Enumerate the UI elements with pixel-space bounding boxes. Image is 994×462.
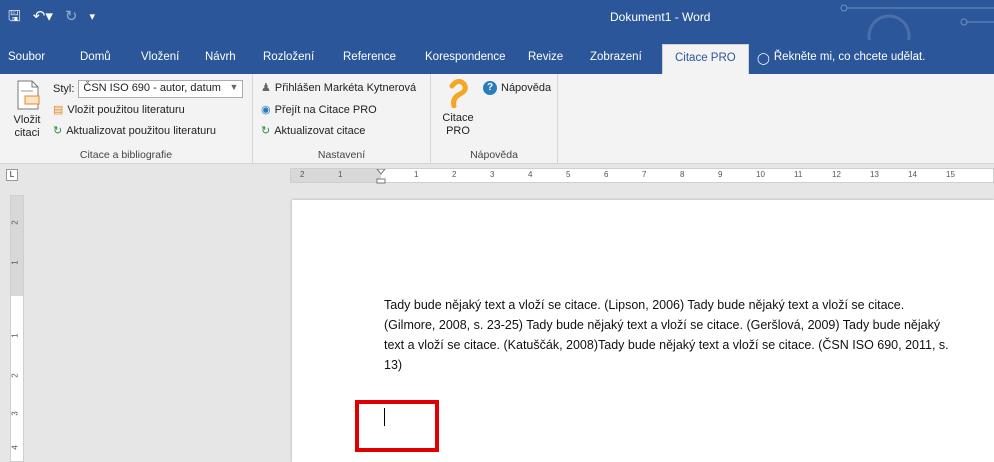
update-literature-button[interactable]: ↻ Aktualizovat použitou literaturu	[53, 124, 217, 138]
insert-citation-icon	[17, 80, 40, 110]
ruler-number: 2	[300, 170, 305, 179]
ruler-margin	[291, 169, 381, 182]
tab-soubor[interactable]: Soubor	[8, 51, 45, 63]
tab-revize[interactable]: Revize	[528, 51, 563, 63]
insert-literature-icon: ▤	[53, 104, 64, 116]
go-to-citace-pro-button[interactable]: ◉ Přejít na Citace PRO	[261, 103, 377, 117]
tab-vlozeni[interactable]: Vložení	[141, 51, 179, 63]
redo-icon[interactable]: ↻	[65, 9, 78, 25]
ruler-number: 7	[642, 170, 647, 179]
ruler-number: 4	[528, 170, 533, 179]
ruler-number: 1	[338, 170, 343, 179]
window-title: Dokument1 - Word	[610, 10, 711, 24]
group-napoveda: Citace PRO ? Nápověda Nápověda	[431, 74, 558, 164]
ruler-number: 10	[756, 170, 765, 179]
style-select-value: ČSN ISO 690 - autor, datum	[83, 82, 221, 94]
ribbon-tabs: Soubor Domů Vložení Návrh Rozložení Refe…	[0, 40, 994, 74]
vertical-ruler-number: 3	[10, 411, 20, 416]
logged-in-label: Přihlášen Markéta Kytnerová	[274, 81, 417, 94]
insert-literature-label: Vložit použitou literaturu	[67, 103, 185, 116]
tab-navrh[interactable]: Návrh	[205, 51, 236, 63]
go-to-label: Přejít na Citace PRO	[274, 103, 377, 116]
insert-literature-button[interactable]: ▤ Vložit použitou literaturu	[53, 103, 185, 117]
logged-in-button[interactable]: ♟ Přihlášen Markéta Kytnerová	[261, 81, 417, 95]
chevron-down-icon: ▼	[229, 82, 239, 92]
vertical-ruler-number: 1	[10, 333, 20, 338]
update-citations-button[interactable]: ↻ Aktualizovat citace	[261, 124, 366, 138]
update-citations-label: Aktualizovat citace	[274, 124, 366, 137]
group-label: Citace a bibliografie	[79, 149, 173, 161]
vertical-ruler[interactable]: 2 1 1 2 3 4	[10, 195, 24, 462]
save-icon[interactable]: 🖫	[8, 9, 21, 25]
globe-icon: ◉	[261, 104, 271, 116]
ruler-number: 14	[908, 170, 917, 179]
group-label: Nápověda	[470, 149, 518, 161]
help-button[interactable]: ? Nápověda	[483, 81, 551, 95]
tab-selector[interactable]: L	[6, 169, 18, 181]
citace-pro-button[interactable]: Citace PRO	[439, 78, 477, 146]
ruler-number: 11	[794, 170, 803, 179]
ribbon: Vložit citaci Styl: ČSN ISO 690 - autor,…	[0, 74, 994, 164]
vertical-ruler-margin	[11, 196, 23, 296]
ruler-number: 15	[946, 170, 955, 179]
paragraph-line: (Gilmore, 2008, s. 23-25) Tady bude něja…	[384, 318, 941, 332]
vertical-ruler-number: 1	[10, 260, 20, 265]
refresh-icon: ↻	[261, 125, 271, 137]
help-icon: ?	[483, 81, 497, 95]
paragraph-line: 13)	[384, 358, 403, 372]
ruler-number: 12	[832, 170, 841, 179]
tab-zobrazeni[interactable]: Zobrazení	[590, 51, 642, 63]
citace-pro-label: Citace PRO	[442, 112, 474, 137]
ruler-number: 8	[680, 170, 685, 179]
lightbulb-icon: ◯	[757, 53, 770, 65]
insert-citation-button[interactable]: Vložit citaci	[7, 80, 45, 144]
tell-me-box[interactable]: ◯ Řekněte mi, co chcete udělat.	[757, 51, 925, 65]
vertical-ruler-number: 2	[10, 373, 20, 378]
help-label: Nápověda	[501, 82, 552, 94]
tell-me-text: Řekněte mi, co chcete udělat.	[773, 51, 926, 63]
group-label: Nastavení	[317, 149, 366, 161]
insert-citation-label: Vložit citaci	[13, 114, 41, 139]
update-literature-icon: ↻	[53, 125, 63, 137]
ruler-number: 13	[870, 170, 879, 179]
update-literature-label: Aktualizovat použitou literaturu	[66, 124, 217, 137]
ruler-number: 1	[414, 170, 419, 179]
tab-rozlozeni[interactable]: Rozložení	[263, 51, 314, 63]
vertical-ruler-number: 2	[10, 220, 20, 225]
tab-korespondence[interactable]: Korespondence	[425, 51, 506, 63]
group-citace-bibliografie: Vložit citaci Styl: ČSN ISO 690 - autor,…	[0, 74, 253, 164]
style-select[interactable]: ČSN ISO 690 - autor, datum ▼	[78, 80, 244, 98]
style-row: Styl: ČSN ISO 690 - autor, datum ▼	[53, 80, 244, 98]
vertical-ruler-number: 4	[10, 445, 20, 450]
highlight-box	[355, 400, 439, 452]
group-nastaveni: ♟ Přihlášen Markéta Kytnerová ◉ Přejít n…	[253, 74, 431, 164]
ruler-number: 2	[452, 170, 457, 179]
ruler-number: 6	[604, 170, 609, 179]
citace-pro-logo-icon	[449, 78, 468, 108]
ruler-number: 5	[566, 170, 571, 179]
ruler-number: 3	[490, 170, 495, 179]
tab-citace-pro[interactable]: Citace PRO	[662, 44, 749, 74]
ruler-row: L 2 1 1 2 3 4 5 6 7 8 9 10 11 12 13 14 15	[0, 164, 994, 186]
title-bar: 🖫 ↶▾ ↻ ▾ Dokument1 - Word	[0, 0, 994, 40]
undo-icon[interactable]: ↶▾	[33, 9, 53, 25]
paragraph-line: Tady bude nějaký text a vloží se citace.…	[384, 298, 905, 312]
paragraph-line: text a vloží se citace. (Katuščák, 2008)…	[384, 338, 949, 352]
user-icon: ♟	[261, 82, 271, 94]
customize-qat-icon[interactable]: ▾	[89, 9, 95, 25]
style-label: Styl:	[53, 83, 75, 95]
title-decoration	[840, 4, 994, 40]
tab-domu[interactable]: Domů	[80, 51, 111, 63]
document-page[interactable]: Tady bude nějaký text a vloží se citace.…	[292, 200, 994, 462]
quick-access-toolbar: 🖫 ↶▾ ↻ ▾	[8, 9, 95, 25]
tab-reference[interactable]: Reference	[343, 51, 396, 63]
horizontal-ruler[interactable]: 2 1 1 2 3 4 5 6 7 8 9 10 11 12 13 14 15	[290, 168, 994, 184]
document-paragraph[interactable]: Tady bude nějaký text a vloží se citace.…	[384, 295, 976, 375]
ruler-number: 9	[718, 170, 723, 179]
ruler-indent-marker[interactable]	[376, 169, 386, 184]
